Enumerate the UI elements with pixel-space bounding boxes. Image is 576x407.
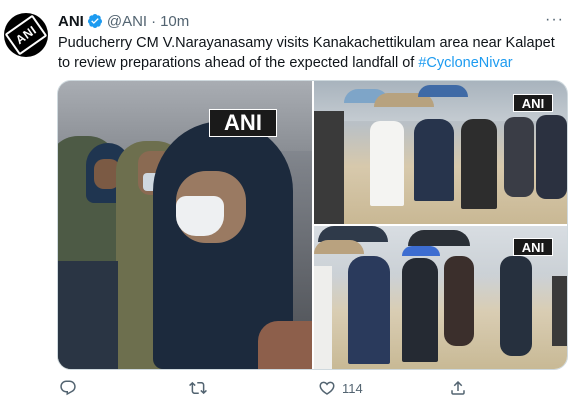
umbrella bbox=[314, 240, 364, 254]
hand-foreground bbox=[258, 321, 312, 369]
hashtag-link[interactable]: #CycloneNivar bbox=[418, 55, 512, 71]
photo-left[interactable]: ANI bbox=[58, 81, 312, 369]
person-white bbox=[314, 266, 332, 369]
verified-badge-icon bbox=[87, 14, 102, 28]
watermark-top-right: ANI bbox=[513, 94, 553, 112]
tweet-header: ANI @ANI · 10m ··· bbox=[58, 11, 564, 31]
person bbox=[536, 115, 567, 199]
cm-raincoat bbox=[348, 256, 390, 364]
photo-bottom-right[interactable]: ANI bbox=[314, 226, 567, 369]
person-white bbox=[370, 121, 404, 206]
author-name[interactable]: ANI bbox=[58, 13, 84, 30]
person bbox=[402, 258, 438, 362]
retweet-icon bbox=[189, 379, 207, 397]
watermark-bottom-right: ANI bbox=[513, 238, 553, 256]
reply-icon bbox=[59, 379, 77, 397]
author-handle[interactable]: @ANI bbox=[107, 13, 147, 30]
umbrella bbox=[402, 246, 440, 256]
person bbox=[552, 276, 567, 346]
reply-button[interactable] bbox=[59, 379, 83, 397]
person-foreground bbox=[58, 261, 118, 369]
retweet-button[interactable] bbox=[189, 379, 213, 397]
person bbox=[504, 117, 534, 197]
timestamp[interactable]: 10m bbox=[160, 13, 189, 30]
tweet-actions: 114 bbox=[57, 376, 566, 400]
person bbox=[461, 119, 497, 209]
like-count: 114 bbox=[342, 380, 363, 396]
avatar-logo-text: ANI bbox=[4, 14, 48, 56]
umbrella bbox=[418, 85, 468, 97]
avatar[interactable]: ANI bbox=[4, 13, 48, 57]
cm-mask bbox=[176, 196, 224, 236]
watermark-left: ANI bbox=[209, 109, 277, 137]
person bbox=[444, 256, 474, 346]
separator-dot: · bbox=[151, 12, 157, 30]
share-button[interactable] bbox=[449, 379, 473, 397]
media-grid: ANI ANI ANI bbox=[57, 80, 568, 370]
umbrella bbox=[408, 230, 470, 246]
more-options-icon[interactable]: ··· bbox=[545, 11, 564, 29]
photo-top-right[interactable]: ANI bbox=[314, 81, 567, 224]
share-icon bbox=[449, 379, 467, 397]
person bbox=[314, 111, 344, 224]
person bbox=[500, 256, 532, 356]
like-button[interactable]: 114 bbox=[318, 379, 363, 397]
heart-icon bbox=[318, 379, 336, 397]
tweet-text: Puducherry CM V.Narayanasamy visits Kana… bbox=[58, 33, 566, 73]
cm-raincoat bbox=[414, 119, 454, 201]
